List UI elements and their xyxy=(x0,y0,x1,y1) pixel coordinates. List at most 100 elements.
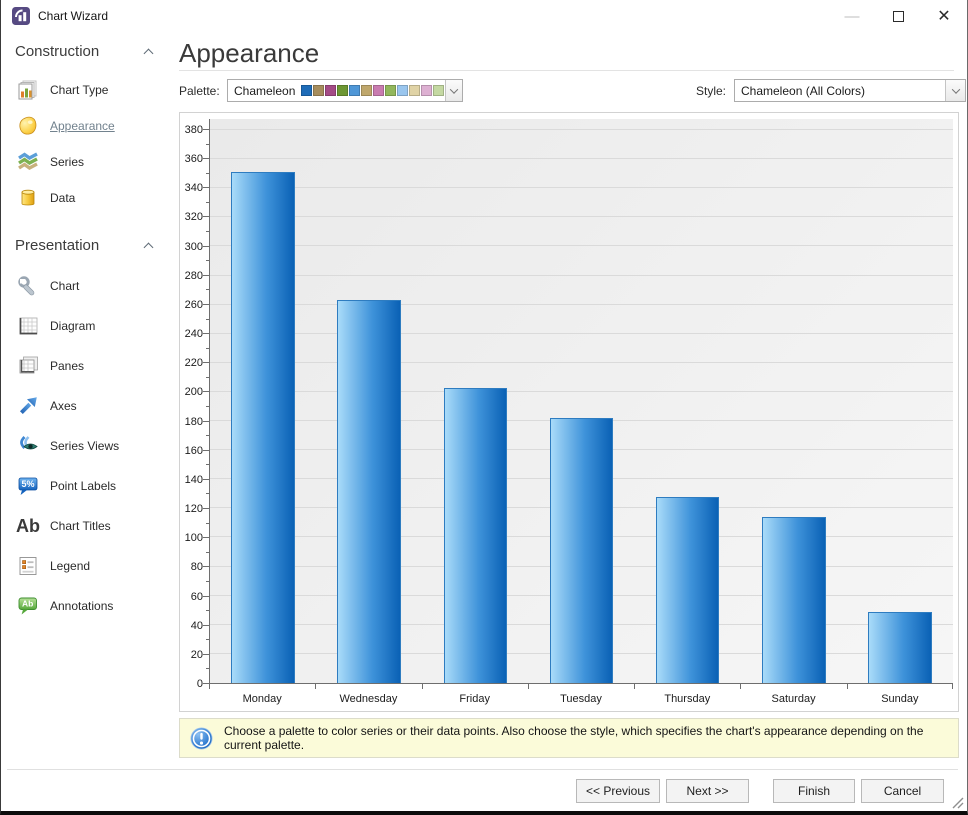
x-axis-tick xyxy=(209,684,210,689)
sidebar-item-chart-type[interactable]: Chart Type xyxy=(1,72,169,108)
plot-area xyxy=(209,119,953,684)
next-button[interactable]: Next >> xyxy=(666,779,749,803)
x-axis-tick xyxy=(740,684,741,689)
sidebar-item-diagram[interactable]: Diagram xyxy=(1,306,169,346)
y-axis-tick-label: 160 xyxy=(185,445,203,457)
palette-swatch xyxy=(325,85,336,96)
sidebar-item-annotations[interactable]: Ab Annotations xyxy=(1,586,169,626)
sidebar-item-label: Appearance xyxy=(50,119,115,133)
y-axis-tick-label: 80 xyxy=(191,561,203,573)
x-axis-ticks xyxy=(209,684,953,689)
sidebar-item-label: Legend xyxy=(50,559,90,573)
palette-swatch xyxy=(349,85,360,96)
series-views-icon xyxy=(14,433,41,459)
section-construction-label: Construction xyxy=(15,43,99,60)
info-icon xyxy=(189,726,214,751)
page-title: Appearance xyxy=(179,38,319,69)
chevron-up-icon xyxy=(144,49,154,59)
annotations-icon-text: Ab xyxy=(22,599,33,609)
x-axis-tick xyxy=(422,684,423,689)
palette-swatch xyxy=(409,85,420,96)
info-text: Choose a palette to color series or thei… xyxy=(224,724,958,752)
y-axis-tick-label: 320 xyxy=(185,211,203,223)
sidebar-item-label: Panes xyxy=(50,359,84,373)
chart-titles-icon-text: Ab xyxy=(16,516,40,536)
chart-titles-icon: Ab xyxy=(14,513,41,539)
sidebar-item-series[interactable]: Series xyxy=(1,144,169,180)
palette-swatch xyxy=(337,85,348,96)
palette-swatch xyxy=(313,85,324,96)
sidebar-item-panes[interactable]: Panes xyxy=(1,346,169,386)
sidebar-item-axes[interactable]: Axes xyxy=(1,386,169,426)
sidebar-item-chart-titles[interactable]: Ab Chart Titles xyxy=(1,506,169,546)
palette-dropdown-button[interactable] xyxy=(445,80,462,101)
gridline xyxy=(210,304,953,305)
y-axis-tick-label: 40 xyxy=(191,620,203,632)
x-axis-category-label: Friday xyxy=(422,693,528,705)
axes-arrow-icon xyxy=(14,393,41,419)
sidebar-item-appearance[interactable]: Appearance xyxy=(1,108,169,144)
chart-bar xyxy=(762,517,826,683)
cancel-button[interactable]: Cancel xyxy=(861,779,944,803)
sidebar-item-point-labels[interactable]: 5% Point Labels xyxy=(1,466,169,506)
palette-swatch xyxy=(397,85,408,96)
gridline xyxy=(210,216,953,217)
x-axis-tick xyxy=(315,684,316,689)
style-dropdown-button[interactable] xyxy=(945,80,965,101)
x-axis-tick xyxy=(952,684,953,689)
maximize-button[interactable] xyxy=(875,0,921,32)
chart-bar xyxy=(444,388,508,683)
sidebar-item-label: Series xyxy=(50,155,84,169)
palette-dropdown[interactable]: Chameleon xyxy=(227,79,463,102)
sidebar-item-label: Series Views xyxy=(50,439,119,453)
gridline xyxy=(210,333,953,334)
gridline xyxy=(210,187,953,188)
legend-icon xyxy=(14,553,41,579)
section-construction[interactable]: Construction xyxy=(1,32,169,72)
style-dropdown[interactable]: Chameleon (All Colors) xyxy=(734,79,966,102)
x-axis-tick xyxy=(847,684,848,689)
close-button[interactable]: ✕ xyxy=(921,0,967,32)
y-axis-tick-label: 60 xyxy=(191,591,203,603)
palette-swatch xyxy=(433,85,444,96)
y-axis-tick-label: 300 xyxy=(185,241,203,253)
x-axis-category-label: Sunday xyxy=(847,693,953,705)
finish-button[interactable]: Finish xyxy=(773,779,855,803)
chart-wizard-app-icon xyxy=(12,7,30,25)
sidebar-item-legend[interactable]: Legend xyxy=(1,546,169,586)
gridline xyxy=(210,275,953,276)
database-icon xyxy=(14,185,41,211)
palette-swatch xyxy=(373,85,384,96)
gridline xyxy=(210,391,953,392)
sidebar-item-label: Annotations xyxy=(50,599,113,613)
gridline xyxy=(210,158,953,159)
minimize-button[interactable]: — xyxy=(829,0,875,32)
x-axis-category-label: Tuesday xyxy=(528,693,634,705)
palette-icon xyxy=(14,113,41,139)
point-labels-icon: 5% xyxy=(14,473,41,499)
y-axis-tick-label: 340 xyxy=(185,182,203,194)
previous-button[interactable]: << Previous xyxy=(576,779,660,803)
y-axis-tick-label: 200 xyxy=(185,386,203,398)
chart-bar xyxy=(337,300,401,683)
y-axis-tick-label: 280 xyxy=(185,270,203,282)
y-axis-tick-label: 380 xyxy=(185,124,203,136)
y-axis-tick-label: 120 xyxy=(185,503,203,515)
sidebar-item-data[interactable]: Data xyxy=(1,180,169,216)
gridline xyxy=(210,245,953,246)
resize-grip[interactable] xyxy=(950,795,964,809)
palette-swatch xyxy=(385,85,396,96)
sidebar-item-label: Point Labels xyxy=(50,479,116,493)
series-icon xyxy=(14,149,41,175)
y-axis-tick-label: 220 xyxy=(185,357,203,369)
wrench-icon xyxy=(14,273,41,299)
y-axis-tick-label: 360 xyxy=(185,153,203,165)
sidebar-item-series-views[interactable]: Series Views xyxy=(1,426,169,466)
sidebar-item-chart[interactable]: Chart xyxy=(1,266,169,306)
plot-scale xyxy=(210,130,953,683)
sidebar-item-label: Axes xyxy=(50,399,77,413)
window-title: Chart Wizard xyxy=(38,9,108,23)
appearance-toolbar: Palette: Chameleon Style: Chameleon (All… xyxy=(179,79,954,103)
section-presentation[interactable]: Presentation xyxy=(1,226,169,266)
y-axis-tick-label: 20 xyxy=(191,649,203,661)
